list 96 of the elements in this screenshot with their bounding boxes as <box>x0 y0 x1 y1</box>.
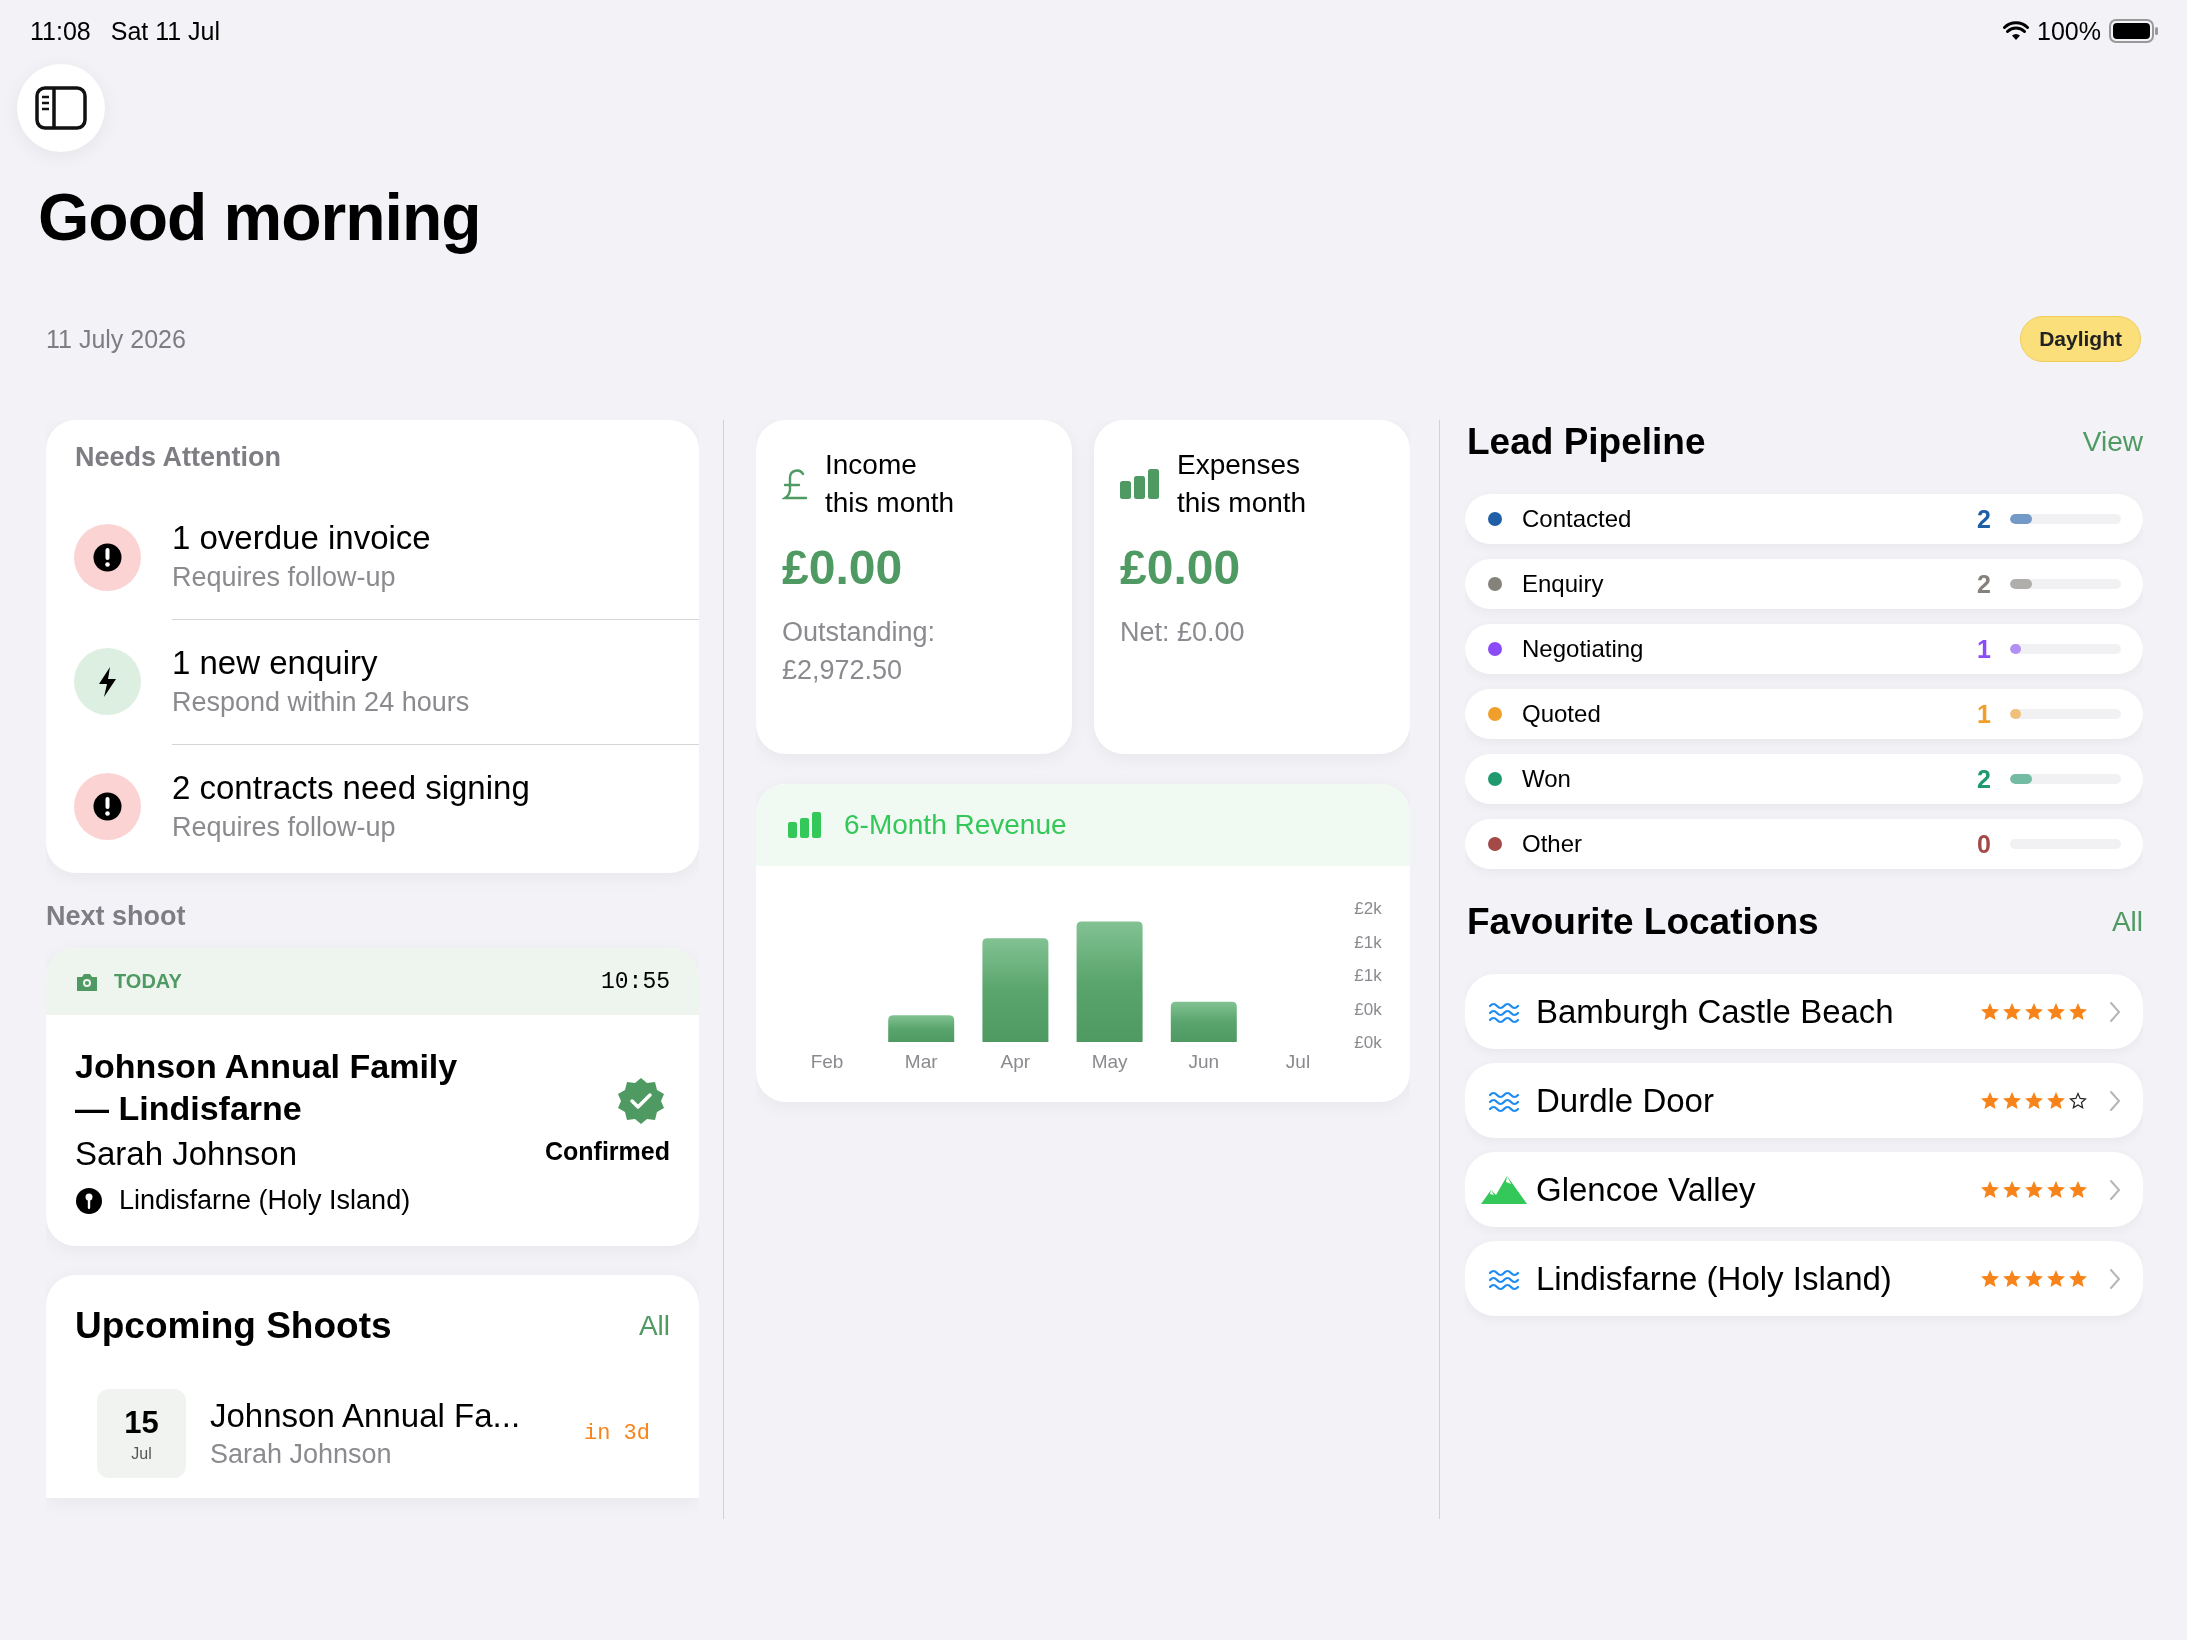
axis-label: £1k <box>1354 932 1382 952</box>
location-row[interactable]: Bamburgh Castle Beach <box>1465 974 2143 1049</box>
month-label: Apr <box>1000 1051 1031 1072</box>
star-icon <box>2025 1091 2043 1110</box>
day-number: 15 <box>124 1404 159 1441</box>
status-date: Sat 11 Jul <box>110 16 221 46</box>
star-icon <box>2003 1180 2021 1199</box>
month-label: Feb <box>810 1051 844 1072</box>
stat-title: Income this month <box>825 448 956 520</box>
client-name: Sarah Johnson <box>75 1135 298 1173</box>
attention-title: 1 new enquiry <box>172 643 379 683</box>
attention-title: 2 contracts need signing <box>172 768 531 808</box>
card-title: Upcoming Shoots <box>75 1305 392 1347</box>
chevron-icon <box>2109 1178 2121 1201</box>
axis-label: £0k <box>1354 1033 1382 1052</box>
battery-icon <box>2109 19 2159 43</box>
pipeline-row[interactable]: Contacted 2 <box>1465 494 2143 544</box>
star-icon <box>2025 1269 2043 1288</box>
pipeline-row[interactable]: Negotiating 1 <box>1465 624 2143 674</box>
wifi-icon <box>2003 21 2030 41</box>
alert-icon <box>74 523 141 591</box>
star-icon <box>2025 1180 2043 1199</box>
month-label: May <box>1091 1051 1128 1072</box>
location-row[interactable]: Lindisfarne (Holy Island) <box>1465 1241 2143 1316</box>
star-icon <box>1981 1091 1999 1110</box>
month-label: Jun <box>1188 1051 1220 1072</box>
day-label: TODAY <box>114 970 182 993</box>
pound-icon <box>782 467 808 501</box>
axis-label: £2k <box>1354 899 1382 918</box>
revenue-bar <box>888 1015 955 1042</box>
star-icon <box>2025 1002 2043 1021</box>
star-icon <box>2003 1002 2021 1021</box>
due-label: in 3d <box>584 1421 650 1446</box>
star-icon <box>2003 1091 2021 1110</box>
attention-subtitle: Requires follow-up <box>172 561 397 594</box>
chevron-icon <box>2109 1267 2121 1290</box>
location-label: Lindisfarne (Holy Island) <box>119 1185 411 1216</box>
alert-icon <box>74 773 141 840</box>
chevron-icon <box>2109 1000 2121 1023</box>
location-row[interactable]: Durdle Door <box>1465 1063 2143 1138</box>
sidebar-icon <box>35 86 87 130</box>
location-row[interactable]: Glencoe Valley <box>1465 1152 2143 1227</box>
bar-chart-icon <box>788 812 822 838</box>
chart-title: 6-Month Revenue <box>844 809 1067 841</box>
attention-subtitle: Respond within 24 hours <box>172 686 471 719</box>
location-pin-icon <box>75 1186 103 1215</box>
status-time: 11:08 <box>30 16 91 46</box>
chevron-icon <box>2109 1089 2121 1112</box>
attention-subtitle: Requires follow-up <box>172 811 397 844</box>
section-title: Favourite Locations <box>1467 901 1819 943</box>
mountains-icon <box>1481 1175 1527 1204</box>
revenue-bar <box>1170 1001 1237 1042</box>
month-label: Jul <box>1285 1051 1311 1072</box>
section-title: Lead Pipeline <box>1467 421 1706 463</box>
star-icon <box>2069 1180 2087 1199</box>
date-label: 11 July 2026 <box>46 324 186 354</box>
pipeline-row[interactable]: Enquiry 2 <box>1465 559 2143 609</box>
star-icon <box>1981 1269 1999 1288</box>
star-icon <box>2047 1002 2065 1021</box>
stat-note: Net: £0.00 <box>1120 616 1246 649</box>
lightning-icon <box>74 648 141 715</box>
pipeline-row[interactable]: Won 2 <box>1465 754 2143 804</box>
attention-title: 1 overdue invoice <box>172 518 432 558</box>
stat-note: Outstanding: £2,972.50 <box>782 616 937 687</box>
star-icon <box>2003 1269 2021 1288</box>
star-icon <box>2069 1269 2087 1288</box>
star-icon <box>1981 1180 1999 1199</box>
client-name: Sarah Johnson <box>210 1439 393 1470</box>
month-label: Mar <box>904 1051 938 1072</box>
bar-chart-icon <box>1120 469 1160 499</box>
pipeline-row[interactable]: Other 0 <box>1465 819 2143 869</box>
page-title: Good morning <box>38 179 482 256</box>
axis-label: £1k <box>1354 966 1382 985</box>
pipeline-row[interactable]: Quoted 1 <box>1465 689 2143 739</box>
daylight-badge: Daylight <box>2020 316 2141 362</box>
shoot-time: 10:55 <box>601 968 670 995</box>
star-icon <box>2069 1091 2087 1110</box>
battery-percent: 100% <box>2037 16 2101 46</box>
stat-amount: £0.00 <box>1120 540 1242 595</box>
stat-title: Expenses this month <box>1177 448 1308 520</box>
camera-icon <box>75 971 99 992</box>
month-label: Jul <box>131 1444 152 1463</box>
stat-amount: £0.00 <box>782 540 904 595</box>
verified-seal-icon <box>617 1077 665 1125</box>
shoot-title: Johnson Annual Fa... <box>210 1397 522 1435</box>
next-shoot-card[interactable]: TODAY 10:55 Johnson Annual Family — Lindisfarne Sarah Johnson Lindisfarne (Holy Island) Confirmed <box>46 948 699 1246</box>
axis-label: £0k <box>1354 999 1382 1019</box>
star-icon <box>1981 1002 1999 1021</box>
star-icon <box>2047 1269 2065 1288</box>
star-icon <box>2047 1091 2065 1110</box>
star-icon <box>2047 1180 2065 1199</box>
card-title: Needs Attention <box>75 442 282 473</box>
star-icon <box>2069 1002 2087 1021</box>
section-label: Next shoot <box>46 901 187 932</box>
status-label: Confirmed <box>545 1137 670 1166</box>
shoot-title: Johnson Annual Family — Lindisfarne <box>75 1046 459 1129</box>
